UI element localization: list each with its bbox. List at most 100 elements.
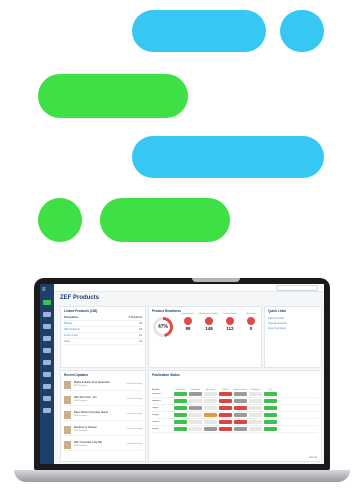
top-bar [54,284,324,292]
decorative-green-pill-short [100,198,230,242]
status-cell[interactable] [219,406,232,410]
status-cell[interactable] [204,413,217,417]
quick-link[interactable]: Export products [268,327,286,330]
column-header: Published [251,389,260,391]
procedure-name[interactable]: Dairy [64,340,70,343]
status-cell[interactable] [249,399,262,403]
status-cell[interactable] [204,392,217,396]
update-time: a few hours ago [126,398,142,400]
list-item[interactable]: ZEF Chocolate Chip Bar ZEF Products a few … [64,440,142,451]
status-cell[interactable] [219,399,232,403]
status-cell[interactable] [249,406,262,410]
status-cell[interactable] [189,399,202,403]
status-cell[interactable] [219,427,232,431]
status-cell[interactable] [264,420,277,424]
status-cell[interactable] [234,399,247,403]
column-header: Needs Review [234,389,247,391]
cart-icon[interactable] [43,360,51,365]
status-cell[interactable] [249,392,262,396]
publication-status-header: Retailer Not Started Submitted Accepted Fai… [152,383,318,391]
status-cell[interactable] [234,413,247,417]
publication-status-card: Publication Status Retailer Not Started S… [148,370,322,462]
metric-status-icon [226,317,234,325]
list-item[interactable]: Melba & Butter Fruit Squarefite ZEF Produ… [64,380,142,391]
product-readiness-card: Product Readiness 47% Initial Score 98 Req… [148,306,262,368]
status-cell[interactable] [204,427,217,431]
status-cell[interactable] [189,413,202,417]
status-cell[interactable] [189,392,202,396]
laptop-notch [192,278,240,282]
status-cell[interactable] [204,420,217,424]
metric-label: Initial Score [182,313,194,315]
update-product-name[interactable]: Bean Mixed Chocolate Sweet [74,411,108,414]
search-input[interactable] [276,285,318,291]
status-cell[interactable] [174,399,187,403]
metric-label: Rejected [246,313,256,315]
product-count: 31 [139,340,142,343]
list-item[interactable]: ZEF Rice Dish - 4ct ZEF Products a few hou… [64,395,142,406]
chart-icon[interactable] [43,324,51,329]
app-logo-icon: ≡ [42,287,46,293]
status-cell[interactable] [264,427,277,431]
product-count: 44 [139,328,142,331]
quick-link[interactable]: Upload products [268,322,287,325]
status-cell[interactable] [234,392,247,396]
update-product-name[interactable]: ZEF Chocolate Chip Bar [74,441,102,444]
table-row: Publix [152,426,318,433]
table-row: Walmart [152,398,318,405]
list-item[interactable]: Macaroni & Cheese ZEF Products a few hours… [64,425,142,436]
status-cell[interactable] [234,406,247,410]
grid-icon[interactable] [43,312,51,317]
status-cell[interactable] [264,399,277,403]
metric-label: Required to Publish [199,313,219,315]
retailer-name: Kroger [152,414,159,416]
status-cell[interactable] [189,406,202,410]
update-product-name[interactable]: Macaroni & Cheese [74,426,97,429]
table-row: Target [152,405,318,412]
tag-icon[interactable] [43,348,51,353]
status-cell[interactable] [189,420,202,424]
user-icon[interactable] [43,384,51,389]
table-row[interactable]: Dairy 31 [64,340,142,345]
status-cell[interactable] [249,427,262,431]
readiness-score: 47% [156,320,170,334]
status-cell[interactable] [264,392,277,396]
status-cell[interactable] [219,420,232,424]
list-item[interactable]: Bean Mixed Chocolate Sweet ZEF Products a … [64,410,142,421]
decorative-green-pill [38,74,188,118]
status-cell[interactable] [264,413,277,417]
procedure-name[interactable]: ZEF Products [64,328,80,331]
status-cell[interactable] [204,406,217,410]
table-row[interactable]: Fruits & Veg 12 [64,334,142,339]
view-all-link[interactable]: View All [309,457,317,459]
status-cell[interactable] [249,420,262,424]
status-cell[interactable] [189,427,202,431]
procedure-name[interactable]: Fruits & Veg [64,334,78,337]
gear-icon[interactable] [43,396,51,401]
status-cell[interactable] [234,420,247,424]
status-cell[interactable] [174,406,187,410]
table-row[interactable]: ZEF Products 44 [64,328,142,333]
status-cell[interactable] [174,427,187,431]
table-row[interactable]: Baking 23 [64,322,142,327]
box-icon[interactable] [43,372,51,377]
update-product-name[interactable]: Melba & Butter Fruit Squarefite [74,381,110,384]
quick-link[interactable]: Add a product [268,317,284,320]
update-subtitle: ZEF Products [74,385,88,387]
update-product-name[interactable]: ZEF Rice Dish - 4ct [74,396,96,399]
status-cell[interactable] [174,420,187,424]
bell-icon[interactable] [43,408,51,413]
home-icon[interactable] [43,300,51,305]
update-subtitle: ZEF Products [74,445,88,447]
status-cell[interactable] [174,392,187,396]
status-cell[interactable] [264,406,277,410]
status-cell[interactable] [234,427,247,431]
status-cell[interactable] [204,399,217,403]
status-cell[interactable] [249,413,262,417]
list-icon[interactable] [43,336,51,341]
status-cell[interactable] [219,413,232,417]
status-cell[interactable] [174,413,187,417]
procedure-name[interactable]: Baking [64,322,72,325]
update-time: a few hours ago [126,443,142,445]
status-cell[interactable] [219,392,232,396]
